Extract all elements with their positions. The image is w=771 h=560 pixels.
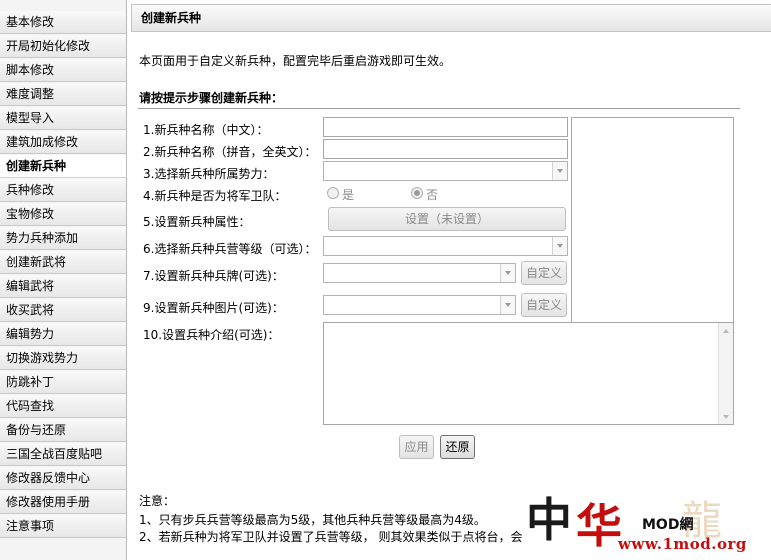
- sidebar-item-bribe-general[interactable]: 收买武将: [0, 299, 126, 322]
- main-panel: 创建新兵种 本页面用于自定义新兵种，配置完毕后重启游戏即可生效。 请按提示步骤创…: [131, 4, 771, 560]
- unit-card-select[interactable]: [323, 263, 516, 283]
- unit-image-select[interactable]: [323, 295, 516, 315]
- sidebar-item-script[interactable]: 脚本修改: [0, 59, 126, 82]
- general-guard-yes-radio[interactable]: [327, 187, 339, 199]
- apply-button[interactable]: 应用: [399, 435, 434, 459]
- page-title: 创建新兵种: [131, 4, 771, 32]
- sidebar-item-create-unit[interactable]: 创建新兵种: [0, 155, 126, 178]
- sidebar-item-backup[interactable]: 备份与还原: [0, 419, 126, 442]
- general-guard-no-radio[interactable]: [411, 187, 423, 199]
- step1-label: 1.新兵种名称（中文）：: [143, 123, 269, 137]
- unit-card-preview: [571, 117, 734, 324]
- step7-label: 7.设置新兵种兵牌(可选)：: [143, 269, 284, 283]
- general-guard-no-label: 否: [426, 188, 439, 202]
- general-guard-yes-label: 是: [342, 188, 355, 202]
- chevron-down-icon[interactable]: [500, 264, 515, 282]
- sidebar-item-feedback[interactable]: 修改器反馈中心: [0, 467, 126, 490]
- notes-title: 注意：: [139, 494, 176, 508]
- sidebar-item-tieba[interactable]: 三国全战百度贴吧: [0, 443, 126, 466]
- custom-card-button[interactable]: 自定义: [521, 261, 567, 285]
- chevron-down-icon[interactable]: [552, 237, 567, 255]
- sidebar-item-basic[interactable]: 基本修改: [0, 11, 126, 34]
- sidebar-item-edit-faction[interactable]: 编辑势力: [0, 323, 126, 346]
- custom-image-button[interactable]: 自定义: [521, 293, 567, 317]
- heading-divider: [138, 108, 740, 109]
- unit-name-en-input[interactable]: [323, 139, 568, 159]
- scroll-up-icon[interactable]: [719, 323, 733, 337]
- restore-button[interactable]: 还原: [440, 435, 475, 459]
- chevron-down-icon[interactable]: [552, 162, 567, 180]
- unit-name-cn-input[interactable]: [323, 117, 568, 137]
- page-intro: 本页面用于自定义新兵种，配置完毕后重启游戏即可生效。: [139, 54, 452, 68]
- step9-label: 9.设置新兵种图片(可选)：: [143, 301, 284, 315]
- watermark-char-2: 华: [576, 499, 622, 553]
- faction-select[interactable]: [323, 161, 568, 181]
- sidebar-item-model-import[interactable]: 模型导入: [0, 107, 126, 130]
- site-watermark-logo: 龍 中 华 MOD網 www.1mod.org: [510, 480, 771, 560]
- steps-heading: 请按提示步骤创建新兵种：: [139, 91, 284, 105]
- set-attributes-button[interactable]: 设置（未设置）: [328, 207, 566, 231]
- step2-label: 2.新兵种名称（拼音，全英文）：: [143, 145, 317, 159]
- watermark-char-1: 中: [526, 493, 572, 547]
- vertical-scrollbar[interactable]: [718, 323, 733, 424]
- sidebar-item-notes[interactable]: 注意事项: [0, 515, 126, 538]
- barracks-level-select[interactable]: [323, 236, 568, 256]
- sidebar-item-anti-skip[interactable]: 防跳补丁: [0, 371, 126, 394]
- sidebar-item-faction-unit[interactable]: 势力兵种添加: [0, 227, 126, 250]
- sidebar-item-create-general[interactable]: 创建新武将: [0, 251, 126, 274]
- sidebar-item-code-search[interactable]: 代码查找: [0, 395, 126, 418]
- chevron-down-icon[interactable]: [500, 296, 515, 314]
- sidebar-item-switch-faction[interactable]: 切换游戏势力: [0, 347, 126, 370]
- sidebar-item-building[interactable]: 建筑加成修改: [0, 131, 126, 154]
- sidebar-item-manual[interactable]: 修改器使用手册: [0, 491, 126, 514]
- sidebar-item-treasure[interactable]: 宝物修改: [0, 203, 126, 226]
- sidebar-item-unit-edit[interactable]: 兵种修改: [0, 179, 126, 202]
- watermark-site-url: www.1mod.org: [618, 535, 747, 553]
- watermark-mod-text: MOD網: [642, 517, 694, 533]
- scroll-down-icon[interactable]: [719, 410, 733, 424]
- step10-label: 10.设置兵种介绍(可选)：: [143, 328, 280, 342]
- sidebar-item-difficulty[interactable]: 难度调整: [0, 83, 126, 106]
- unit-description-textarea[interactable]: [323, 322, 734, 425]
- sidebar-item-edit-general[interactable]: 编辑武将: [0, 275, 126, 298]
- note-item: 2、若新兵种为将军卫队并设置了兵营等级， 则其效果类似于点将台，会: [139, 530, 523, 544]
- step6-label: 6.选择新兵种兵营等级（可选）：: [143, 242, 317, 256]
- step5-label: 5.设置新兵种属性：: [143, 215, 251, 229]
- step3-label: 3.选择新兵种所属势力：: [143, 167, 275, 181]
- step4-label: 4.新兵种是否为将军卫队：: [143, 189, 287, 203]
- sidebar-nav: 基本修改 开局初始化修改 脚本修改 难度调整 模型导入 建筑加成修改 创建新兵种…: [0, 0, 127, 560]
- note-item: 1、只有步兵兵营等级最高为5级，其他兵种兵营等级最高为4级。: [139, 513, 486, 527]
- sidebar-item-init[interactable]: 开局初始化修改: [0, 35, 126, 58]
